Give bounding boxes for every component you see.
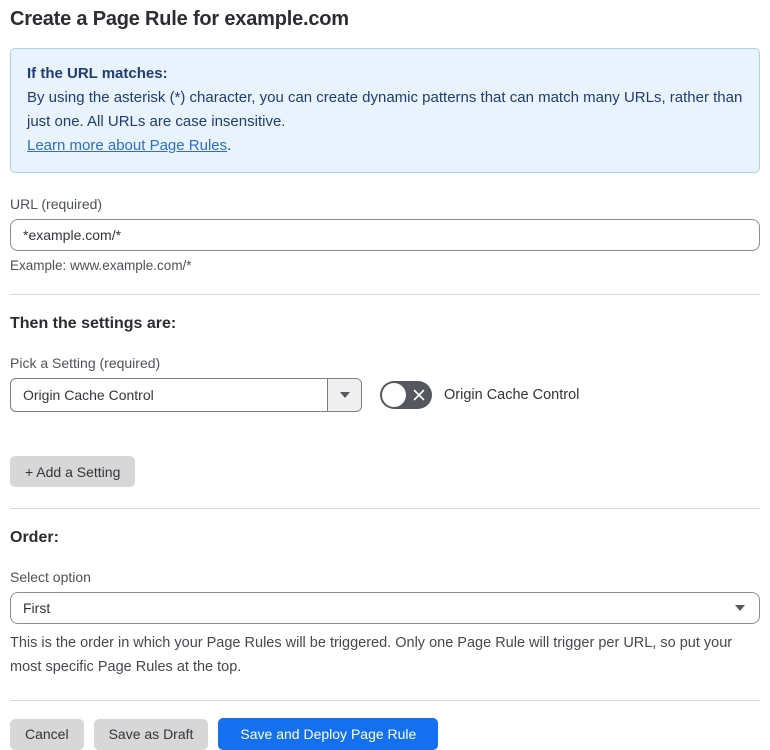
- save-as-draft-button[interactable]: Save as Draft: [93, 718, 209, 750]
- setting-select[interactable]: Origin Cache Control: [10, 378, 362, 412]
- toggle-knob: [382, 383, 406, 407]
- page-title: Create a Page Rule for example.com: [10, 8, 349, 30]
- info-box-body: By using the asterisk (*) character, you…: [27, 89, 743, 130]
- x-icon: [413, 389, 425, 401]
- origin-cache-toggle-label: Origin Cache Control: [444, 387, 580, 403]
- link-suffix: .: [227, 137, 232, 154]
- divider: [10, 294, 760, 295]
- order-helper-text: This is the order in which your Page Rul…: [10, 635, 733, 675]
- pick-setting-label: Pick a Setting (required): [10, 355, 161, 371]
- save-and-deploy-button[interactable]: Save and Deploy Page Rule: [218, 718, 439, 750]
- setting-row: Origin Cache Control Origin Cache Contro…: [10, 378, 760, 412]
- url-field-label: URL (required): [10, 196, 103, 212]
- url-helper-text: Example: www.example.com/*: [10, 258, 192, 273]
- divider: [10, 508, 760, 509]
- order-select-label: Select option: [10, 569, 91, 585]
- order-select[interactable]: First: [10, 592, 760, 624]
- url-match-info-box: If the URL matches: By using the asteris…: [10, 48, 760, 173]
- learn-more-link[interactable]: Learn more about Page Rules: [27, 137, 227, 154]
- info-box-heading: If the URL matches:: [27, 65, 168, 82]
- chevron-down-icon: [735, 605, 745, 611]
- chevron-down-icon: [339, 392, 350, 398]
- info-box-link-line: Learn more about Page Rules.: [27, 134, 743, 158]
- setting-select-value: Origin Cache Control: [23, 387, 154, 403]
- add-setting-button[interactable]: + Add a Setting: [10, 456, 136, 487]
- create-page-rule-form: Create a Page Rule for example.com If th…: [0, 0, 770, 750]
- cancel-button[interactable]: Cancel: [10, 718, 84, 750]
- divider: [10, 700, 760, 701]
- form-actions: Cancel Save as Draft Save and Deploy Pag…: [10, 718, 760, 750]
- order-section-heading: Order:: [10, 529, 59, 546]
- url-input[interactable]: [10, 219, 760, 251]
- origin-cache-toggle-wrap: Origin Cache Control: [380, 381, 579, 409]
- origin-cache-toggle[interactable]: [380, 381, 432, 409]
- setting-select-arrow-button[interactable]: [327, 379, 361, 411]
- order-select-value: First: [23, 600, 51, 616]
- settings-section-heading: Then the settings are:: [10, 315, 177, 332]
